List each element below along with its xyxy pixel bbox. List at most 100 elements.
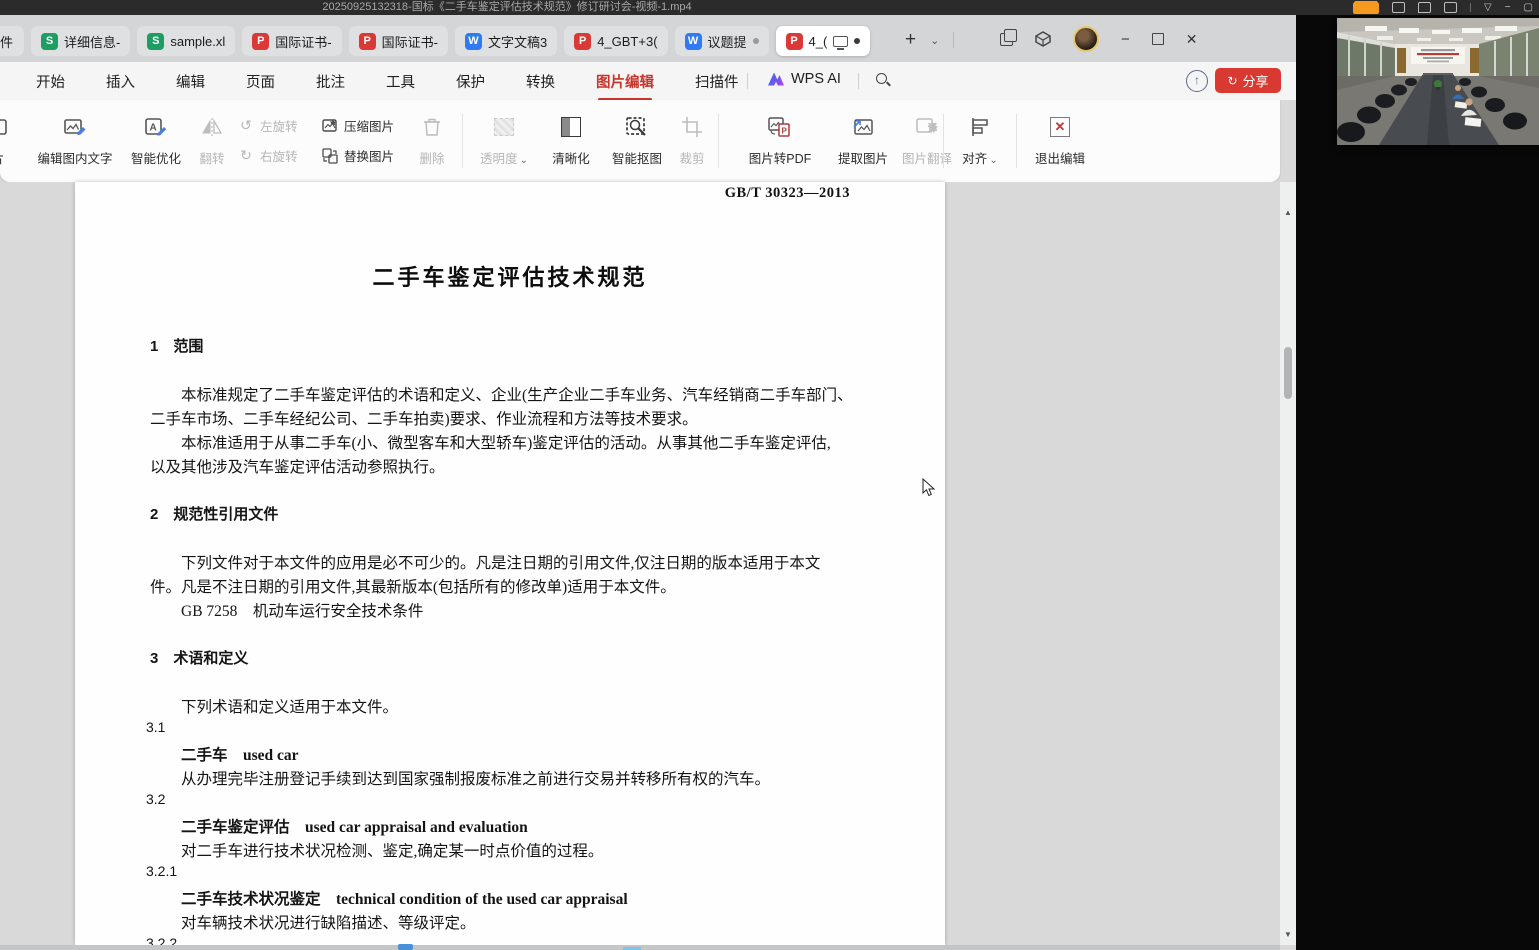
extract-image-button[interactable]: 提取图片 (832, 112, 894, 167)
ribbon-tab[interactable]: 工具 (380, 71, 421, 92)
feedback-icon[interactable] (1418, 2, 1431, 13)
tab-title: 件 (0, 32, 13, 51)
document-line: 对车辆技术状况进行缺陷描述、等级评定。 (150, 911, 890, 935)
clarify-button[interactable]: 清晰化 (546, 112, 596, 167)
exit-edit-button[interactable]: ✕ 退出编辑 (1030, 112, 1090, 167)
smart-cutout-button[interactable]: 智能抠图 (606, 112, 668, 167)
cloud-upload-icon[interactable]: ↑ (1186, 70, 1208, 92)
rotate-left-icon: ↺ (238, 118, 254, 134)
app-type-icon: P (786, 33, 803, 50)
align-dropdown-icon: ⌄ (989, 155, 997, 166)
document-tab[interactable]: P 4_( (776, 26, 871, 56)
ribbon-tab[interactable]: 保护 (450, 71, 491, 92)
document-tab[interactable]: 件 (0, 26, 24, 56)
extract-image-icon (850, 112, 876, 142)
tab-title: 4_GBT+3( (597, 34, 657, 49)
playlist-icon[interactable] (1392, 2, 1405, 13)
scroll-up-arrow[interactable]: ▲ (1284, 208, 1292, 217)
document-line: 3.2 (146, 791, 890, 815)
picture-edit-toolbar: 片 编辑图内文字 A 智能优化 (0, 100, 1280, 182)
ribbon-tab[interactable]: 批注 (310, 71, 351, 92)
edit-picture-button-partial[interactable]: 片 (0, 112, 10, 167)
document-tab[interactable]: W 文字文稿3 (455, 26, 557, 56)
ribbon-tab[interactable]: 扫描件 (689, 71, 745, 92)
meeting-video-frame[interactable] (1337, 18, 1539, 145)
player-maximize-icon[interactable]: ▢ (1524, 0, 1533, 15)
document-tab[interactable]: S sample.xl (137, 26, 235, 56)
svg-text:P: P (782, 127, 788, 136)
ribbon-menu: 开始 插入 编辑 页面 批注 工具 保护 转换 图片编辑 扫描件 WP (0, 62, 1296, 100)
player-minimize-icon[interactable]: − (1505, 0, 1511, 15)
compress-image-icon (322, 118, 338, 134)
share-button[interactable]: ↻ 分享 (1215, 68, 1281, 93)
ribbon-tab[interactable]: 编辑 (170, 71, 211, 92)
dropdown-menu-icon[interactable]: ▽ (1484, 0, 1492, 15)
document-line: 1 范围 (150, 335, 890, 359)
wps-ai-button[interactable]: WPS AI (768, 71, 841, 87)
ribbon-tab[interactable]: 插入 (100, 71, 141, 92)
transparency-button: 透明度⌄ (476, 112, 532, 167)
ribbon-tab[interactable]: 页面 (240, 71, 281, 92)
divider (747, 73, 748, 89)
ribbon-tab[interactable]: 转换 (520, 71, 561, 92)
transparency-icon (494, 118, 514, 136)
compress-image-button[interactable]: 压缩图片 (322, 116, 394, 135)
app-center-cube-icon[interactable] (1035, 31, 1051, 47)
minimize-button[interactable]: − (1121, 31, 1130, 48)
document-line: 3 术语和定义 (150, 647, 890, 671)
document-tab[interactable]: P 国际证书- (242, 26, 341, 56)
mouse-cursor (922, 478, 936, 498)
ribbon-tab[interactable]: 图片编辑 (590, 71, 660, 92)
tab-title: 4_( (809, 34, 828, 49)
document-line: 从办理完毕注册登记手续到达到国家强制报废标准之前进行交易并转移所有权的汽车。 (150, 767, 890, 791)
player-logo-icon[interactable] (1353, 1, 1379, 14)
tab-title: 国际证书- (275, 32, 331, 51)
document-tab[interactable]: P 国际证书- (349, 26, 448, 56)
video-player-window[interactable]: S ▭⌨ (1296, 15, 1539, 950)
restore-button[interactable] (1152, 33, 1164, 45)
vertical-scrollbar[interactable]: ▲ ▼ (1280, 182, 1296, 945)
window-controls: − ✕ (1000, 23, 1198, 55)
document-line: 件。凡是不注日期的引用文件,其最新版本(包括所有的修改单)适用于本文件。 (150, 575, 890, 599)
tab-list: 件 S 详细信息- S sample.xl (0, 25, 870, 57)
search-icon[interactable] (876, 73, 891, 88)
document-line: 二手车鉴定评估 used car appraisal and evaluatio… (150, 815, 890, 839)
document-tab[interactable]: S 详细信息- (31, 26, 130, 56)
svg-text:A: A (150, 123, 157, 134)
ribbon-tab[interactable]: 开始 (30, 71, 71, 92)
edit-text-in-image-button[interactable]: 编辑图内文字 (32, 112, 118, 167)
document-tab[interactable]: P 4_GBT+3( (564, 26, 667, 56)
tab-overview-icon[interactable] (1000, 33, 1013, 46)
user-avatar[interactable] (1073, 26, 1099, 52)
align-button[interactable]: 对齐⌄ (957, 112, 1003, 167)
mini-window-icon[interactable] (1444, 2, 1457, 13)
close-button[interactable]: ✕ (1186, 31, 1198, 48)
pdf-page[interactable]: GB/T 30323—2013 二手车鉴定评估技术规范 1 范围 本标准规定了二… (75, 182, 945, 945)
document-line (150, 671, 890, 695)
new-tab-button[interactable]: + (905, 29, 916, 51)
image-to-pdf-button[interactable]: P 图片转PDF (736, 112, 824, 167)
rotate-right-icon: ↻ (238, 148, 254, 164)
tab-title: 文字文稿3 (488, 32, 547, 51)
wps-ai-logo-icon (768, 73, 784, 86)
rotate-right-button: ↻ 右旋转 (238, 146, 298, 165)
tabbar-actions: + ⌄ (905, 25, 954, 55)
document-body: 1 范围 本标准规定了二手车鉴定评估的术语和定义、企业(生产企业二手车业务、汽车… (150, 335, 890, 945)
svg-text:译: 译 (928, 123, 937, 133)
wps-window: 件 S 详细信息- S sample.xl (0, 15, 1296, 950)
document-line (150, 623, 890, 647)
scrollbar-thumb[interactable] (1284, 347, 1292, 399)
trash-icon (421, 112, 443, 142)
smart-optimize-button[interactable]: A 智能优化 (126, 112, 186, 167)
align-icon (968, 112, 992, 142)
document-tab[interactable]: W 议题提 (675, 26, 769, 56)
flip-button: 翻转 (192, 112, 232, 167)
document-line: 二手车 used car (150, 743, 890, 767)
app-type-icon: W (465, 33, 482, 50)
document-canvas[interactable]: GB/T 30323—2013 二手车鉴定评估技术规范 1 范围 本标准规定了二… (0, 182, 1280, 950)
app-type-icon: P (574, 33, 591, 50)
document-line: 下列文件对于本文件的应用是必不可少的。凡是注日期的引用文件,仅注日期的版本适用于… (150, 551, 890, 575)
replace-image-button[interactable]: 替换图片 (322, 146, 394, 165)
scroll-down-arrow[interactable]: ▼ (1284, 930, 1292, 939)
tab-list-chevron-icon[interactable]: ⌄ (930, 34, 939, 47)
